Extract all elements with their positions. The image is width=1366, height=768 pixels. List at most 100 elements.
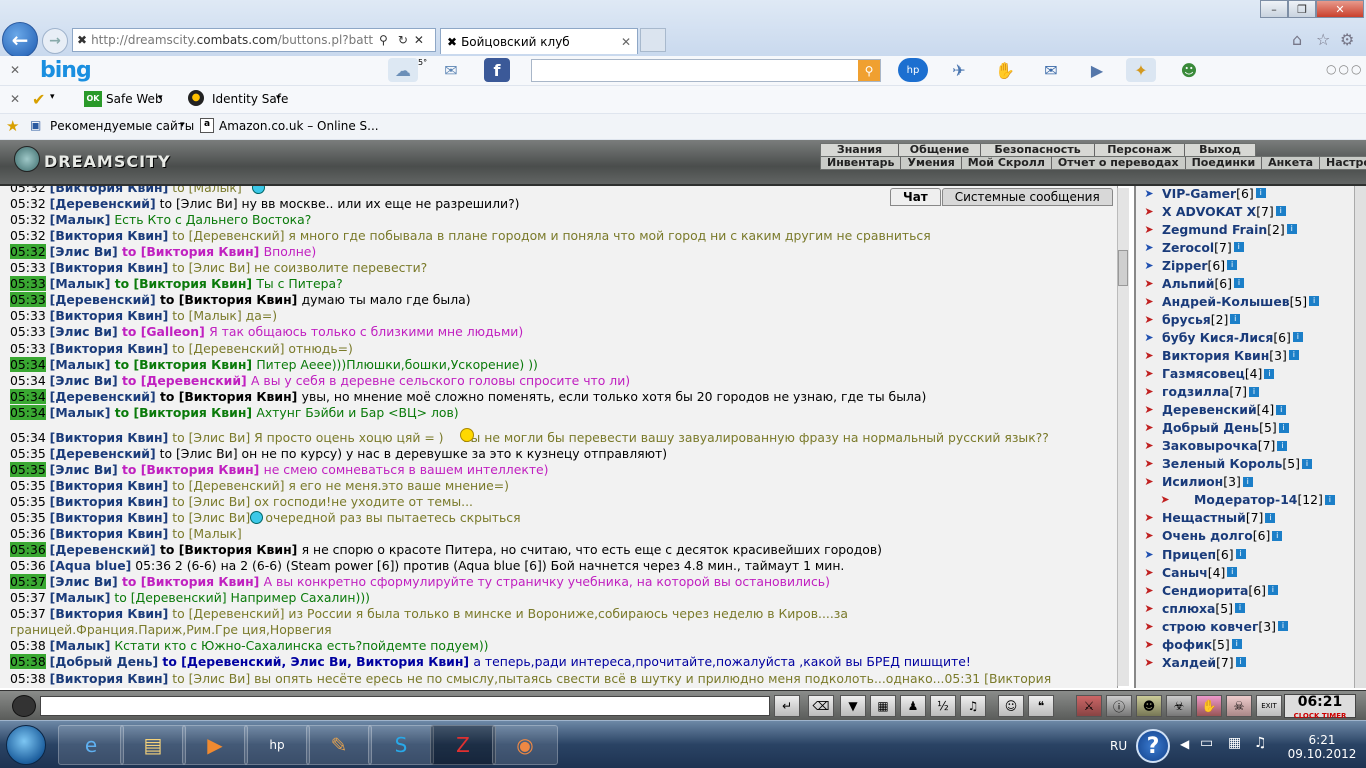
- message-time[interactable]: 05:35: [10, 446, 46, 461]
- user-list-item[interactable]: ➤ фофик [5] i: [1136, 635, 1242, 653]
- menu-battles[interactable]: Поединки: [1186, 157, 1263, 169]
- tray-arrow-icon[interactable]: ◀: [1180, 737, 1189, 751]
- like-icon[interactable]: ✋: [990, 58, 1020, 82]
- safe-web-label[interactable]: Safe Web: [106, 92, 163, 106]
- message-recipient[interactable]: to [Элис Ви]: [168, 671, 254, 686]
- message-recipient[interactable]: to [Элис Ви]: [156, 196, 242, 211]
- user-name[interactable]: Зеленый Король: [1162, 456, 1282, 471]
- user-info-icon[interactable]: i: [1234, 603, 1245, 614]
- message-time[interactable]: 05:35: [10, 478, 46, 493]
- user-list-item[interactable]: ➤ годзилла [7] i: [1136, 383, 1259, 401]
- message-recipient[interactable]: to [Виктория Квин]: [118, 462, 264, 477]
- message-recipient[interactable]: to [Деревенский]: [118, 373, 251, 388]
- message-author[interactable]: [Виктория Квин]: [50, 510, 169, 525]
- filter-icon[interactable]: ▼: [840, 695, 866, 717]
- user-list-item[interactable]: ➤ строю ковчег [3] i: [1136, 617, 1288, 635]
- user-list-item[interactable]: ➤ Модератор-14 [12] i: [1136, 491, 1335, 509]
- message-author[interactable]: [Малык]: [50, 276, 111, 291]
- user-name[interactable]: Газмясовец: [1162, 366, 1245, 381]
- private-message-icon[interactable]: ➤: [1136, 637, 1162, 651]
- message-time[interactable]: 05:33: [10, 308, 46, 323]
- user-name[interactable]: Добрый День: [1162, 420, 1259, 435]
- chat-bubble-icon[interactable]: ✉: [1036, 58, 1066, 82]
- message-time[interactable]: 05:38: [10, 654, 46, 670]
- message-time[interactable]: 05:35: [10, 494, 46, 509]
- minimize-button[interactable]: –: [1260, 0, 1288, 18]
- network-icon[interactable]: ▦: [1228, 735, 1241, 751]
- user-list-item[interactable]: ➤ Газмясовец [4] i: [1136, 365, 1275, 383]
- message-time[interactable]: 05:34: [10, 388, 46, 404]
- home-icon[interactable]: ⌂: [1292, 30, 1302, 49]
- message-author[interactable]: [Малык]: [50, 638, 111, 653]
- user-name[interactable]: годзилла: [1162, 384, 1229, 399]
- favorites-star-icon[interactable]: ☆: [1316, 30, 1330, 49]
- satellite-icon[interactable]: ✈: [944, 58, 974, 82]
- user-name[interactable]: Андрей-Колышев: [1162, 294, 1290, 309]
- message-recipient[interactable]: to [Деревенский]: [168, 606, 288, 621]
- user-list-item[interactable]: ➤ Зеленый Король [5] i: [1136, 455, 1312, 473]
- private-message-icon[interactable]: ➤: [1136, 583, 1162, 597]
- message-recipient[interactable]: to [Виктория Квин]: [156, 292, 302, 307]
- hp-taskbar-icon[interactable]: hp: [244, 725, 310, 765]
- user-name[interactable]: сплюха: [1162, 601, 1215, 616]
- user-name[interactable]: Модератор-14: [1194, 492, 1297, 507]
- menu-security[interactable]: Безопасность: [981, 144, 1095, 156]
- user-info-icon[interactable]: i: [1292, 332, 1303, 343]
- chat-avatar-icon[interactable]: [12, 695, 36, 717]
- favorites-star-icon[interactable]: ★: [6, 117, 19, 135]
- user-name[interactable]: Очень долго: [1162, 528, 1253, 543]
- message-author[interactable]: [Виктория Квин]: [50, 341, 169, 356]
- private-message-icon[interactable]: ➤: [1136, 457, 1162, 471]
- message-recipient[interactable]: to [Виктория Квин]: [156, 542, 302, 557]
- user-info-icon[interactable]: i: [1301, 458, 1312, 469]
- paint-icon[interactable]: ✎: [306, 725, 372, 765]
- message-author[interactable]: [Малык]: [50, 405, 111, 420]
- user-list-item[interactable]: ➤ Нещастный [7] i: [1136, 509, 1276, 527]
- private-message-icon[interactable]: ➤: [1136, 565, 1162, 579]
- user-list-item[interactable]: ➤ Zerocol [7] i: [1136, 238, 1244, 256]
- fight-icon[interactable]: ⚔: [1076, 695, 1102, 717]
- user-info-icon[interactable]: i: [1278, 422, 1289, 433]
- user-name[interactable]: брусья: [1162, 312, 1211, 327]
- message-recipient[interactable]: to [Виктория Квин]: [156, 389, 302, 404]
- private-message-icon[interactable]: ➤: [1136, 475, 1162, 489]
- hp-icon[interactable]: hp: [898, 58, 928, 82]
- user-name[interactable]: фофик: [1162, 637, 1212, 652]
- message-author[interactable]: [Деревенский]: [50, 196, 156, 211]
- stop-icon[interactable]: ✕: [414, 33, 424, 47]
- message-author[interactable]: [Виктория Квин]: [50, 478, 169, 493]
- user-info-icon[interactable]: i: [1276, 404, 1287, 415]
- dropdown-icon[interactable]: ▾: [158, 93, 163, 103]
- user-list-item[interactable]: ➤ Андрей-Колышев [5] i: [1136, 292, 1320, 310]
- user-list-item[interactable]: ➤ Альпий [6] i: [1136, 274, 1244, 292]
- back-button[interactable]: ←: [2, 22, 38, 58]
- private-message-icon[interactable]: ➤: [1136, 367, 1162, 381]
- user-list-item[interactable]: ➤ VIP-Gamer [6] i: [1136, 186, 1266, 202]
- fav-amazon[interactable]: Amazon.co.uk – Online S...: [219, 119, 379, 133]
- message-author[interactable]: [Малык]: [50, 357, 111, 372]
- menu-profile[interactable]: Анкета: [1262, 157, 1320, 169]
- user-list-item[interactable]: ➤ сплюха [5] i: [1136, 599, 1245, 617]
- message-time[interactable]: 05:32: [10, 212, 46, 227]
- user-info-icon[interactable]: i: [1277, 440, 1288, 451]
- private-message-icon[interactable]: ➤: [1136, 421, 1162, 435]
- message-recipient[interactable]: to [Малык]: [168, 186, 242, 195]
- user-name[interactable]: Zipper: [1162, 258, 1208, 273]
- message-author[interactable]: [Виктория Квин]: [50, 494, 169, 509]
- message-recipient[interactable]: to [Виктория Квин]: [110, 276, 256, 291]
- user-info-icon[interactable]: i: [1235, 657, 1246, 668]
- private-message-icon[interactable]: ➤: [1136, 312, 1162, 326]
- message-author[interactable]: [Виктория Квин]: [50, 671, 169, 686]
- menu-knowledge[interactable]: Знания: [821, 144, 899, 156]
- private-message-icon[interactable]: ➤: [1136, 619, 1162, 633]
- close-toolbar-icon[interactable]: ✕: [10, 92, 20, 106]
- address-bar[interactable]: ✖ http://dreamscity. combats.com/buttons.…: [72, 28, 436, 52]
- user-info-icon[interactable]: i: [1265, 512, 1276, 523]
- private-message-icon[interactable]: ➤: [1136, 348, 1162, 362]
- user-info-icon[interactable]: i: [1277, 621, 1288, 632]
- message-recipient[interactable]: to [Виктория Квин]: [110, 405, 256, 420]
- user-list-item[interactable]: ➤ Zegmund Frain [2] i: [1136, 220, 1297, 238]
- message-recipient[interactable]: to [Деревенский]: [168, 228, 288, 243]
- message-recipient[interactable]: to [Элис Ви]: [168, 430, 254, 445]
- skull-icon[interactable]: ☠: [1226, 695, 1252, 717]
